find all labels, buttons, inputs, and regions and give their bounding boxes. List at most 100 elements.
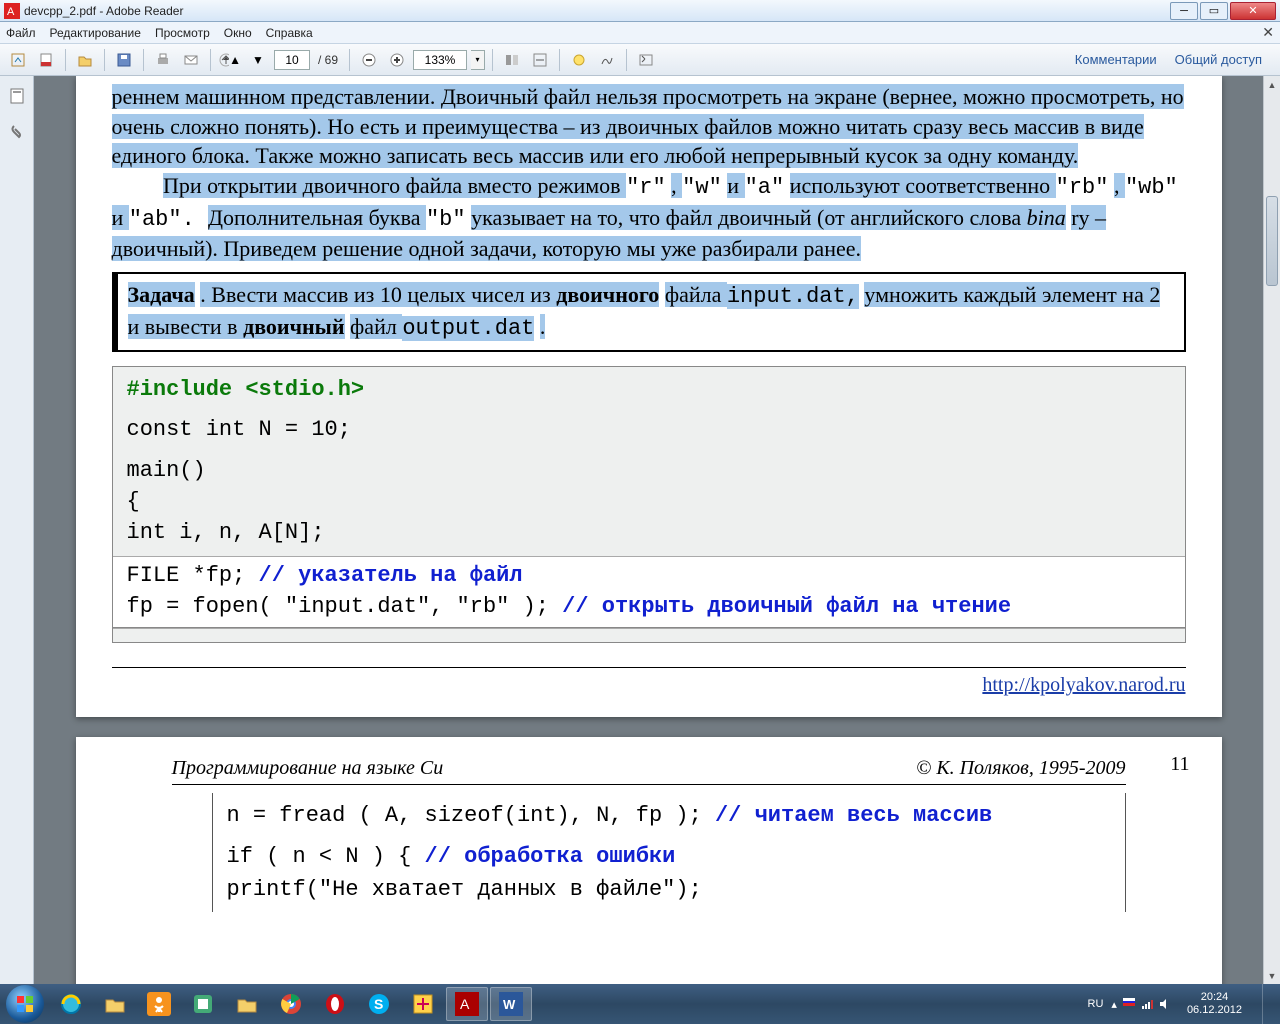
scroll-up-button[interactable]: ▲ [1264, 76, 1280, 93]
taskbar-explorer-icon[interactable] [94, 987, 136, 1021]
taskbar-odnoklassniki-icon[interactable] [138, 987, 180, 1021]
document-close-button[interactable]: ✕ [1262, 24, 1274, 41]
prev-page-button[interactable]: ▲ [218, 48, 242, 72]
tray-language-indicator[interactable]: RU [1088, 998, 1104, 1010]
create-pdf-button[interactable] [34, 48, 58, 72]
taskbar-adobe-reader-icon[interactable]: A [446, 987, 488, 1021]
save-button[interactable] [112, 48, 136, 72]
window-title: devcpp_2.pdf - Adobe Reader [24, 4, 183, 18]
show-desktop-button[interactable] [1262, 984, 1274, 1024]
taskbar-opera-icon[interactable] [314, 987, 356, 1021]
menu-view[interactable]: Просмотр [155, 26, 210, 40]
doc-text: input.dat, [727, 284, 859, 309]
doc-text: , [1114, 173, 1125, 198]
doc-text: , [671, 173, 682, 198]
read-mode-button[interactable] [634, 48, 658, 72]
doc-header-right: © К. Поляков, 1995-2009 [916, 757, 1125, 780]
doc-text: . [540, 314, 546, 339]
doc-text: двоичный [243, 314, 344, 339]
window-close-button[interactable]: ✕ [1230, 2, 1276, 20]
doc-text: "wb" [1125, 175, 1178, 200]
zoom-dropdown-button[interactable]: ▾ [471, 50, 485, 70]
next-page-button[interactable]: ▼ [246, 48, 270, 72]
export-pdf-button[interactable] [6, 48, 30, 72]
doc-text: Задача [128, 282, 195, 307]
window-minimize-button[interactable]: ─ [1170, 2, 1198, 20]
scroll-down-button[interactable]: ▼ [1264, 967, 1280, 984]
tray-clock[interactable]: 20:24 06.12.2012 [1179, 991, 1250, 1017]
svg-text:W: W [503, 997, 516, 1012]
code-line: n = fread ( A, sizeof(int), N, fp ); [227, 803, 715, 828]
code-line: int i, n, A[N]; [127, 518, 1171, 549]
side-panel [0, 76, 34, 984]
code-comment: // читаем весь массив [715, 803, 992, 828]
doc-text: используют соответственно [790, 173, 1056, 198]
page-number-label: 11 [1170, 753, 1189, 776]
taskbar-skype-icon[interactable]: S [358, 987, 400, 1021]
taskbar-chrome-icon[interactable] [270, 987, 312, 1021]
code-line: fp = fopen( "input.dat", "rb" ); [127, 594, 563, 619]
menu-file[interactable]: Файл [6, 26, 36, 40]
doc-text: "ab". [129, 207, 208, 232]
zoom-out-button[interactable] [357, 48, 381, 72]
doc-text: реннем машинном представлении. Двоичный … [112, 84, 1184, 168]
vertical-scrollbar[interactable]: ▲ ▼ [1263, 76, 1280, 984]
window-titlebar: A devcpp_2.pdf - Adobe Reader ─ ▭ ✕ [0, 0, 1280, 22]
pdf-page: реннем машинном представлении. Двоичный … [76, 76, 1222, 717]
svg-text:S: S [374, 996, 383, 1012]
doc-text: output.dat [402, 316, 534, 341]
tray-flag-icon[interactable] [1123, 998, 1135, 1010]
taskbar-folder-icon[interactable] [226, 987, 268, 1021]
code-line: printf("Не хватает данных в файле"); [227, 873, 1111, 906]
tray-network-icon[interactable] [1141, 998, 1153, 1010]
pdf-page: 11 Программирование на языке Си © К. Пол… [76, 737, 1222, 984]
thumbnails-panel-button[interactable] [5, 84, 29, 108]
zoom-level-field[interactable]: 133% [413, 50, 467, 70]
taskbar-app2-icon[interactable] [402, 987, 444, 1021]
code-comment: // открыть двоичный файл на чтение [562, 594, 1011, 619]
document-viewport[interactable]: реннем машинном представлении. Двоичный … [34, 76, 1280, 984]
code-line: FILE *fp; [127, 563, 259, 588]
doc-text: "r" [626, 175, 666, 200]
open-button[interactable] [73, 48, 97, 72]
menu-help[interactable]: Справка [266, 26, 313, 40]
doc-text: "b" [426, 207, 466, 232]
doc-text: "a" [745, 175, 785, 200]
code-line: main() [127, 456, 1171, 487]
menu-edit[interactable]: Редактирование [50, 26, 141, 40]
doc-text: и [727, 173, 744, 198]
comments-panel-link[interactable]: Комментарии [1075, 52, 1157, 67]
svg-text:A: A [7, 6, 15, 18]
window-maximize-button[interactable]: ▭ [1200, 2, 1228, 20]
sign-button[interactable] [595, 48, 619, 72]
doc-text: указывает на то, что файл двоичный (от а… [471, 205, 1027, 230]
tools-button[interactable] [500, 48, 524, 72]
zoom-in-button[interactable] [385, 48, 409, 72]
doc-text: файл [350, 314, 402, 339]
doc-text: Дополнительная буква [208, 205, 426, 230]
taskbar-ie-icon[interactable] [50, 987, 92, 1021]
taskbar-word-icon[interactable]: W [490, 987, 532, 1021]
share-panel-link[interactable]: Общий доступ [1175, 52, 1262, 67]
system-tray: RU ▴ 20:24 06.12.2012 [1088, 984, 1274, 1024]
attachments-panel-button[interactable] [5, 120, 29, 144]
page-number-input[interactable] [274, 50, 310, 70]
email-button[interactable] [179, 48, 203, 72]
scroll-thumb[interactable] [1266, 196, 1278, 286]
footer-link[interactable]: http://kpolyakov.narod.ru [982, 674, 1185, 696]
page-footer: http://kpolyakov.narod.ru [112, 667, 1186, 697]
taskbar-app-icon[interactable] [182, 987, 224, 1021]
doc-header-left: Программирование на языке Си [172, 757, 444, 780]
start-button[interactable] [6, 985, 44, 1023]
fit-width-button[interactable] [528, 48, 552, 72]
adobe-reader-icon: A [4, 3, 20, 19]
doc-text: "w" [682, 175, 722, 200]
svg-text:A: A [460, 996, 470, 1012]
toolbar: ▲ ▼ / 69 133% ▾ Комментарии Общий доступ [0, 44, 1280, 76]
tray-show-hidden-icon[interactable]: ▴ [1111, 998, 1117, 1011]
highlight-button[interactable] [567, 48, 591, 72]
print-button[interactable] [151, 48, 175, 72]
menu-window[interactable]: Окно [224, 26, 252, 40]
task-box: Задача . Ввести массив из 10 целых чисел… [112, 272, 1186, 351]
tray-volume-icon[interactable] [1159, 998, 1171, 1010]
